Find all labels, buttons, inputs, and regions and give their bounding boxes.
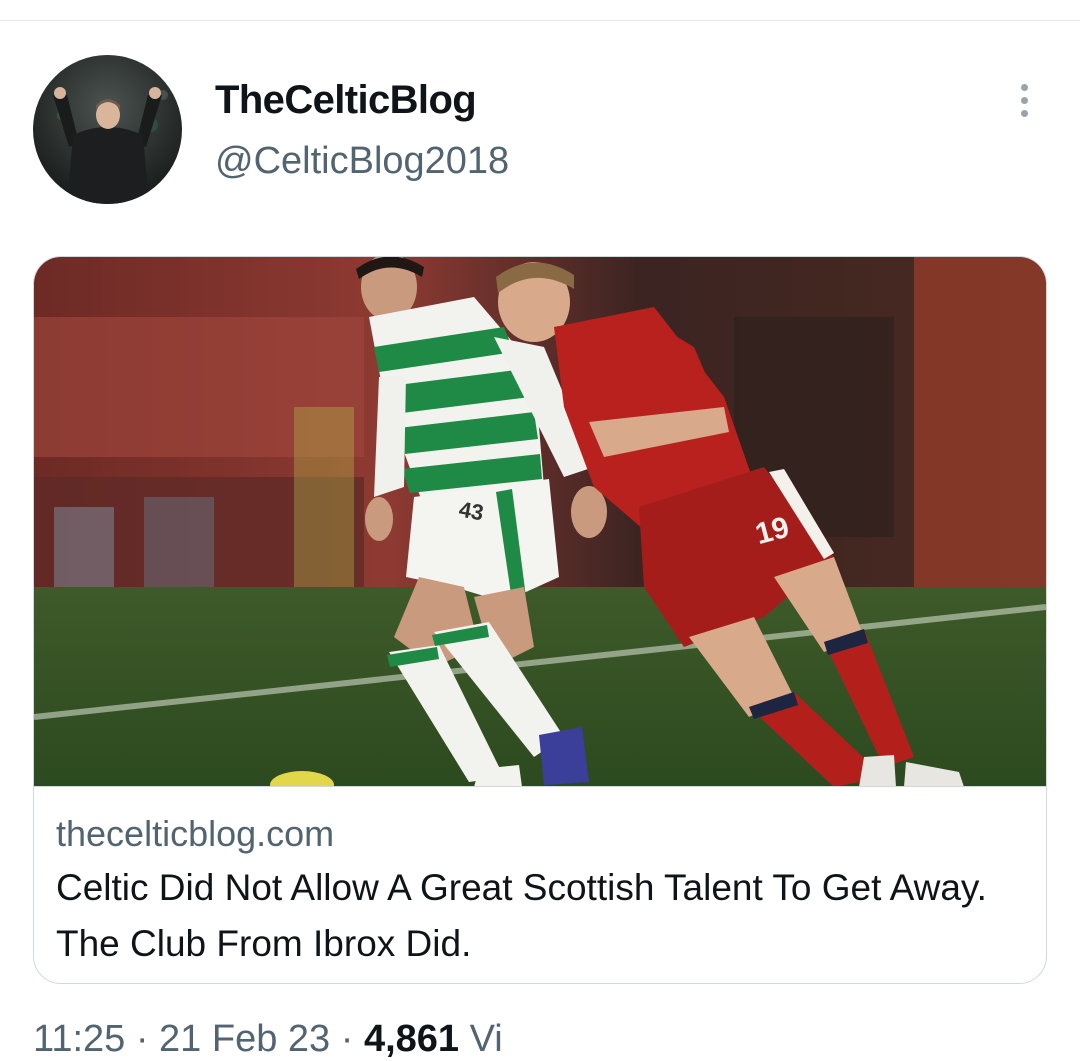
card-divider	[34, 786, 1046, 787]
card-domain: thecelticblog.com	[56, 813, 335, 854]
views-count: 4,861	[363, 1018, 460, 1060]
card-image: 19 43	[34, 257, 1046, 787]
card-title: Celtic Did Not Allow A Great Scottish Ta…	[56, 867, 987, 964]
more-vertical-icon	[1020, 83, 1028, 91]
more-options-button[interactable]	[1004, 78, 1044, 122]
top-divider	[0, 20, 1080, 21]
user-handle[interactable]: @CelticBlog2018	[215, 140, 509, 183]
tweet-meta: 11:25 · 21 Feb 23 · 4,861 Vi	[33, 1018, 503, 1061]
shirt-number-left: 43	[457, 497, 485, 526]
views-label: Vi	[459, 1018, 503, 1060]
more-vertical-icon-dot	[1020, 96, 1028, 104]
link-preview-card[interactable]: 19 43 thecelticblog.com Celtic Did Not A…	[33, 256, 1047, 984]
display-name[interactable]: TheCelticBlog	[215, 78, 477, 123]
more-vertical-icon-dot	[1020, 109, 1028, 117]
profile-avatar[interactable]	[33, 55, 182, 204]
tweet-timestamp[interactable]: 11:25 · 21 Feb 23 ·	[33, 1018, 364, 1060]
avatar-image	[33, 55, 182, 204]
